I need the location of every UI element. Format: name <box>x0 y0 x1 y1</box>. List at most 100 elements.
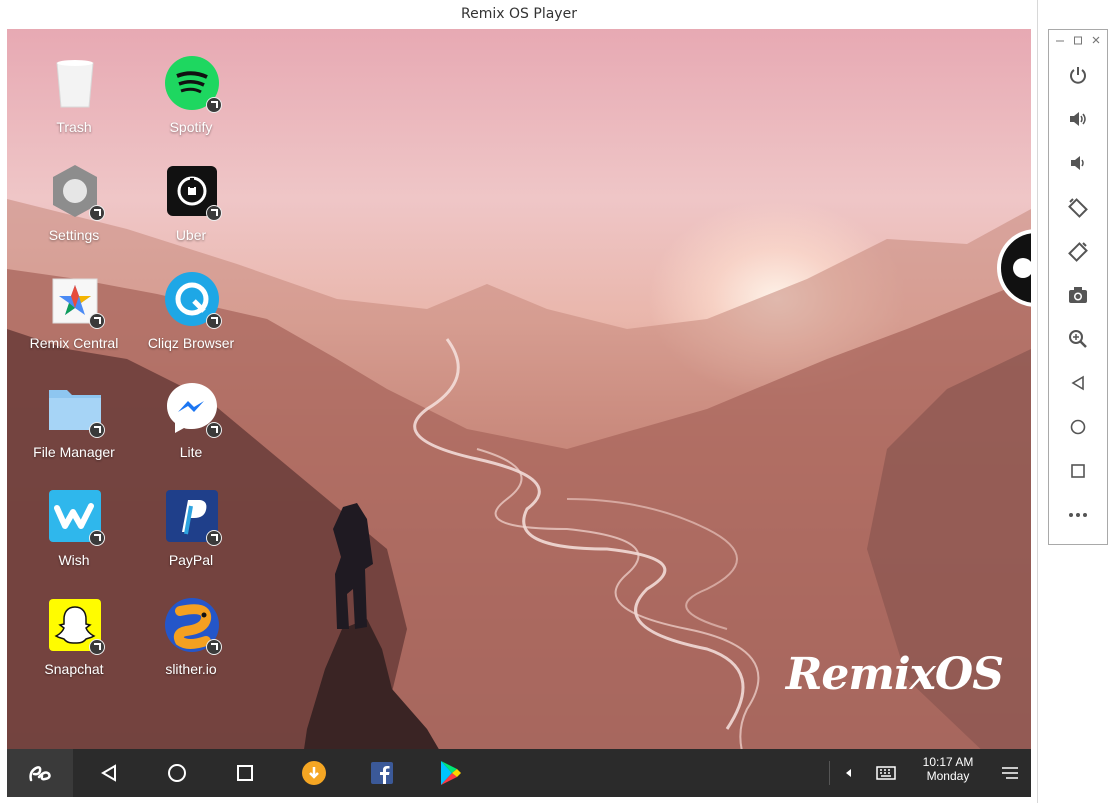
tray-expand-button[interactable] <box>839 749 859 797</box>
nav-home-button[interactable] <box>1065 414 1091 440</box>
icon-label: Settings <box>48 227 100 243</box>
notification-center-button[interactable] <box>995 749 1025 797</box>
desktop-icon-settings[interactable]: Settings <box>19 163 129 263</box>
icon-label: slither.io <box>165 661 217 677</box>
back-icon <box>101 764 116 782</box>
back-triangle-icon <box>1071 375 1084 391</box>
desktop-icon-paypal[interactable]: PayPal <box>136 488 246 588</box>
shortcut-badge-icon <box>206 639 222 655</box>
shortcut-badge-icon <box>89 530 105 546</box>
rotate-right-button[interactable] <box>1065 238 1091 264</box>
shortcut-badge-icon <box>206 205 222 221</box>
slither-icon <box>164 597 222 655</box>
taskbar-app-play-store[interactable] <box>433 749 467 797</box>
window-title: Remix OS Player <box>461 6 577 22</box>
nav-back-button[interactable] <box>1065 370 1091 396</box>
icon-label: Spotify <box>169 119 213 135</box>
icon-label: Cliqz Browser <box>147 335 235 351</box>
desktop-icon-trash[interactable]: Trash <box>19 55 129 155</box>
desktop-icon-spotify[interactable]: Spotify <box>136 55 246 155</box>
close-icon[interactable] <box>1091 34 1101 48</box>
clock-day: Monday <box>926 769 970 783</box>
keyboard-button[interactable] <box>871 749 901 797</box>
recents-square-icon <box>1071 464 1085 478</box>
taskbar: 10:17 AM Monday <box>7 749 1031 797</box>
desktop-icon-uber[interactable]: Uber <box>136 163 246 263</box>
shortcut-badge-icon <box>89 205 105 221</box>
taskbar-app-downloader[interactable] <box>297 749 331 797</box>
shortcut-badge-icon <box>89 422 105 438</box>
taskbar-separator <box>829 761 830 785</box>
maximize-icon[interactable] <box>1073 34 1083 48</box>
caret-left-icon <box>846 769 851 777</box>
desktop-icon-wish[interactable]: Wish <box>19 488 129 588</box>
icon-label: Snapchat <box>44 661 104 677</box>
cliqz-browser-icon <box>164 271 222 329</box>
clock-time: 10:17 AM <box>922 755 974 769</box>
rotate-left-icon <box>1068 198 1088 218</box>
recents-button[interactable] <box>228 749 262 797</box>
player-control-panel <box>1048 29 1108 545</box>
volume-up-icon <box>1070 112 1086 126</box>
android-screen[interactable]: Trash Spotify Settings Uber Remix Centra… <box>7 29 1031 797</box>
nav-recents-button[interactable] <box>1065 458 1091 484</box>
shortcut-badge-icon <box>206 97 222 113</box>
remix-central-icon <box>47 271 105 329</box>
back-button[interactable] <box>92 749 126 797</box>
more-options-button[interactable] <box>1065 502 1091 528</box>
uber-icon <box>164 163 222 221</box>
shortcut-badge-icon <box>206 422 222 438</box>
desktop-icon-remix-central[interactable]: Remix Central <box>19 271 129 371</box>
keyboard-icon <box>876 766 896 780</box>
zoom-button[interactable] <box>1065 326 1091 352</box>
taskbar-clock[interactable]: 10:17 AM Monday <box>913 755 983 783</box>
icon-label: Uber <box>175 227 207 243</box>
desktop-icon-snapchat[interactable]: Snapchat <box>19 597 129 697</box>
taskbar-app-facebook[interactable] <box>365 749 399 797</box>
recents-icon <box>237 765 253 781</box>
camera-icon <box>1069 287 1087 303</box>
desktop-icon-slither[interactable]: slither.io <box>136 597 246 697</box>
window-divider <box>1037 0 1038 803</box>
screenshot-button[interactable] <box>1065 282 1091 308</box>
more-dots-icon <box>1069 513 1087 517</box>
floating-lock-button[interactable] <box>997 229 1031 307</box>
home-button[interactable] <box>160 749 194 797</box>
shortcut-badge-icon <box>206 313 222 329</box>
download-icon <box>302 761 326 785</box>
volume-down-button[interactable] <box>1065 150 1091 176</box>
desktop-icon-cliqz-browser[interactable]: Cliqz Browser <box>136 271 246 371</box>
snapchat-icon <box>47 597 105 655</box>
paypal-icon <box>164 488 222 546</box>
lock-icon <box>1013 258 1031 278</box>
remix-logo-icon <box>29 766 51 782</box>
facebook-icon <box>371 762 393 784</box>
folder-icon <box>47 380 105 438</box>
icon-label: Trash <box>56 119 92 135</box>
settings-icon <box>47 163 105 221</box>
icon-label: File Manager <box>33 444 115 460</box>
desktop-icon-file-manager[interactable]: File Manager <box>19 380 129 480</box>
zoom-in-icon <box>1069 330 1087 348</box>
remix-os-logo: RemixOS <box>785 649 1004 700</box>
volume-up-button[interactable] <box>1065 106 1091 132</box>
start-button[interactable] <box>7 749 73 797</box>
icon-label: PayPal <box>168 552 214 568</box>
icon-label: Remix Central <box>29 335 119 351</box>
icon-label: Lite <box>179 444 203 460</box>
power-button[interactable] <box>1065 62 1091 88</box>
home-icon <box>168 764 186 782</box>
minimize-icon[interactable] <box>1055 34 1065 48</box>
messenger-lite-icon <box>164 380 222 438</box>
desktop-icon-lite[interactable]: Lite <box>136 380 246 480</box>
home-circle-icon <box>1070 419 1086 435</box>
wish-icon <box>47 488 105 546</box>
spotify-icon <box>164 55 222 113</box>
icon-label: Wish <box>58 552 90 568</box>
trash-icon <box>47 55 103 111</box>
rotate-left-button[interactable] <box>1065 194 1091 220</box>
notifications-menu-icon <box>1002 767 1018 779</box>
shortcut-badge-icon <box>89 313 105 329</box>
play-store-icon <box>441 761 461 785</box>
shortcut-badge-icon <box>89 639 105 655</box>
